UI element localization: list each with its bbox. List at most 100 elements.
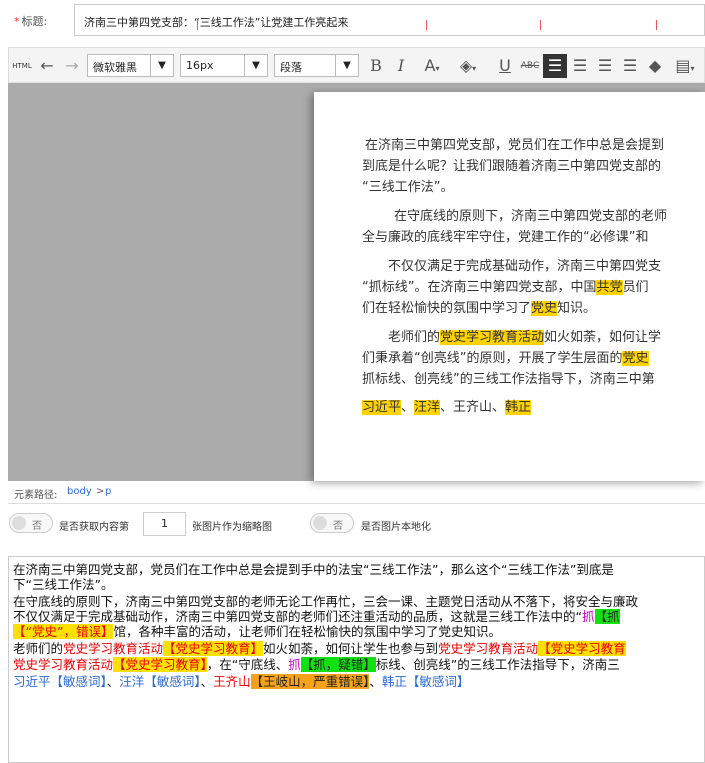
error-tag: 【党史学习教育	[538, 641, 626, 656]
text: 老师们的	[388, 330, 441, 345]
flagged-word: 党史学习教育活动	[63, 641, 164, 656]
underline-icon[interactable]: U	[495, 56, 515, 76]
paragraph-select[interactable]: 段落 ▼	[274, 54, 359, 77]
text: 馆，各种丰富的活动，让老师们在轻松愉快的氛围中学习了党史知识。	[113, 624, 501, 639]
toggle-text: 否	[32, 521, 42, 532]
error-tag: 【党史学习教育】	[113, 657, 207, 672]
italic-icon[interactable]: I	[391, 56, 411, 76]
editor-page[interactable]: 在济南三中第四党支部，党员们在工作中总是会提到 到底是什么呢？让我们跟随着济南三…	[314, 92, 705, 481]
result-line: 在守底线的原则下，济南三中第四党支部的老师无论工作再忙，三会一课、主题党日活动从…	[13, 594, 639, 609]
text: 、	[106, 674, 120, 689]
result-line: 下“三线工作法”。	[13, 577, 114, 592]
table-icon[interactable]: ▤▾	[670, 56, 700, 76]
localize-image-toggle[interactable]: 否	[310, 513, 354, 533]
text: 不仅仅满足于完成基础动作，济南三中第四党支部的老师们还注重活动的品质，这就是三线…	[13, 609, 582, 624]
editor-toolbar: HTML ← → 微软雅黑 ▼ 16px ▼ 段落 ▼ B I A▾ ◈▾ U ABC…	[8, 47, 705, 83]
highlight: 韩正	[505, 400, 532, 415]
editor-line: 在守底线的原则下，济南三中第四党支部的老师	[394, 209, 668, 224]
editor-line: 到底是什么呢？让我们跟随着济南三中第四党支部的	[362, 159, 662, 174]
title-label: * 标题:	[14, 13, 47, 29]
text: 、王齐山、	[440, 400, 506, 415]
toggle-text: 否	[333, 521, 343, 532]
align-right-icon[interactable]: ☰	[595, 56, 615, 76]
editor-line: 老师们的党史学习教育活动如火如荼，如何让学	[388, 327, 661, 348]
text: 知识。	[557, 301, 597, 316]
editor-line: 在济南三中第四党支部，党员们在工作中总是会提到	[365, 138, 665, 153]
path-label: 元素路径:	[14, 490, 58, 501]
flagged-word: 党史学习教育活动	[438, 641, 539, 656]
error-tag: 【“党史”，错误】	[13, 624, 114, 639]
editor-line: 抓标线、创亮线”的三线工作法指导下，济南三中第	[362, 372, 655, 387]
required-mark: *	[14, 15, 20, 28]
font-size-select[interactable]: 16px ▼	[180, 54, 268, 77]
redo-icon[interactable]: →	[62, 56, 82, 76]
align-center-icon[interactable]: ☰	[570, 56, 590, 76]
severe-error-tag: 【王岐山，严重错误】	[250, 674, 370, 689]
highlight: 党史学习教育活动	[440, 330, 545, 345]
fetch-thumbnail-toggle[interactable]: 否	[9, 513, 53, 533]
background-color-icon[interactable]: ◈▾	[453, 56, 483, 76]
highlight: 党史	[531, 301, 558, 316]
result-line: 习近平【敏感词】、汪洋【敏感词】、王齐山【王岐山，严重错误】、韩正【敏感词】	[13, 674, 469, 689]
flagged-word: 党史学习教育活动	[13, 657, 114, 672]
editor-line: 们在轻松愉快的氛围中学习了党史知识。	[362, 298, 596, 319]
sensitive-tag: 【敏感词】	[50, 674, 107, 689]
warning-tag: 【抓	[594, 609, 620, 624]
highlight: 汪洋	[414, 400, 441, 415]
title-input-value: 济南三中第四党支部：“三线工作法”让党建工作亮起来	[84, 16, 349, 29]
paragraph-value: 段落	[280, 61, 302, 74]
text: 员们	[622, 280, 649, 295]
fetch-thumbnail-suffix: 张图片作为缩略图	[192, 522, 272, 533]
font-color-icon[interactable]: A▾	[417, 56, 447, 76]
editor-line: 们秉承着“创亮线”的原则，开展了学生层面的党史	[362, 348, 649, 369]
editor-line: 不仅仅满足于完成基础动作，济南三中第四党支	[388, 259, 662, 274]
highlight: 共党	[596, 280, 623, 295]
chevron-down-icon: ▼	[244, 55, 267, 76]
text: 如火如荼，如何让学生也参与到	[263, 641, 439, 656]
sensitive-word: 韩正	[381, 674, 407, 689]
toggle-knob	[313, 516, 327, 530]
check-result-textarea[interactable]: 在济南三中第四党支部，党员们在工作中总是会提到手中的法宝“三线工作法”，那么这个…	[8, 556, 705, 763]
path-separator: >	[96, 486, 105, 497]
strikethrough-icon[interactable]: ABC	[520, 56, 540, 76]
path-p-link[interactable]: p	[105, 486, 111, 497]
result-line: 党史学习教育活动【党史学习教育】，在“守底线、抓【抓，疑错】标线、创亮线”的三线…	[13, 657, 620, 672]
warning-tag: 【抓，疑错】	[300, 657, 376, 672]
editor-line: “三线工作法”。	[362, 180, 454, 195]
fetch-thumbnail-label: 是否获取内容第	[59, 522, 129, 533]
text: “抓标线”。在济南三中第四党支部，中国	[362, 280, 597, 295]
localize-image-label: 是否图片本地化	[361, 522, 431, 533]
chevron-down-icon: ▼	[335, 55, 358, 76]
flagged-word: 王齐山	[213, 674, 251, 689]
bold-icon[interactable]: B	[366, 56, 386, 76]
chevron-down-icon: ▼	[150, 55, 173, 76]
text: 、	[401, 400, 415, 415]
flagged-word: 抓	[581, 609, 595, 624]
editor-line: 全与廉政的底线牢牢守住，党建工作的“必修课”和	[362, 230, 649, 245]
text: 们在轻松愉快的氛围中学习了	[362, 301, 532, 316]
highlight: 党史	[622, 351, 649, 366]
font-size-value: 16px	[186, 59, 214, 72]
error-tag: 【党史学习教育】	[163, 641, 264, 656]
text: 、	[369, 674, 382, 689]
font-family-select[interactable]: 微软雅黑 ▼	[87, 54, 174, 77]
text: ，在“守底线、	[206, 657, 289, 672]
path-body-link[interactable]: body	[67, 486, 92, 497]
sensitive-tag: 【敏感词】	[144, 674, 201, 689]
editor-line: “抓标线”。在济南三中第四党支部，中国共党员们	[362, 277, 649, 298]
title-label-text: 标题:	[21, 15, 48, 28]
text: 老师们的	[13, 641, 64, 656]
html-icon[interactable]: HTML	[12, 56, 32, 76]
justify-icon[interactable]: ☰	[620, 56, 640, 76]
align-left-icon[interactable]: ☰	[543, 54, 567, 78]
font-family-value: 微软雅黑	[93, 61, 137, 74]
sensitive-word: 习近平	[13, 674, 51, 689]
eraser-icon[interactable]: ◆	[645, 56, 665, 76]
text: 、	[200, 674, 214, 689]
result-line: 【“党史”，错误】馆，各种丰富的活动，让老师们在轻松愉快的氛围中学习了党史知识。	[13, 624, 501, 639]
thumbnail-index-input[interactable]: 1	[143, 512, 186, 536]
result-line: 不仅仅满足于完成基础动作，济南三中第四党支部的老师们还注重活动的品质，这就是三线…	[13, 609, 620, 624]
flagged-word: 抓	[288, 657, 301, 672]
text: 如火如荼，如何让学	[544, 330, 662, 345]
undo-icon[interactable]: ←	[37, 56, 57, 76]
